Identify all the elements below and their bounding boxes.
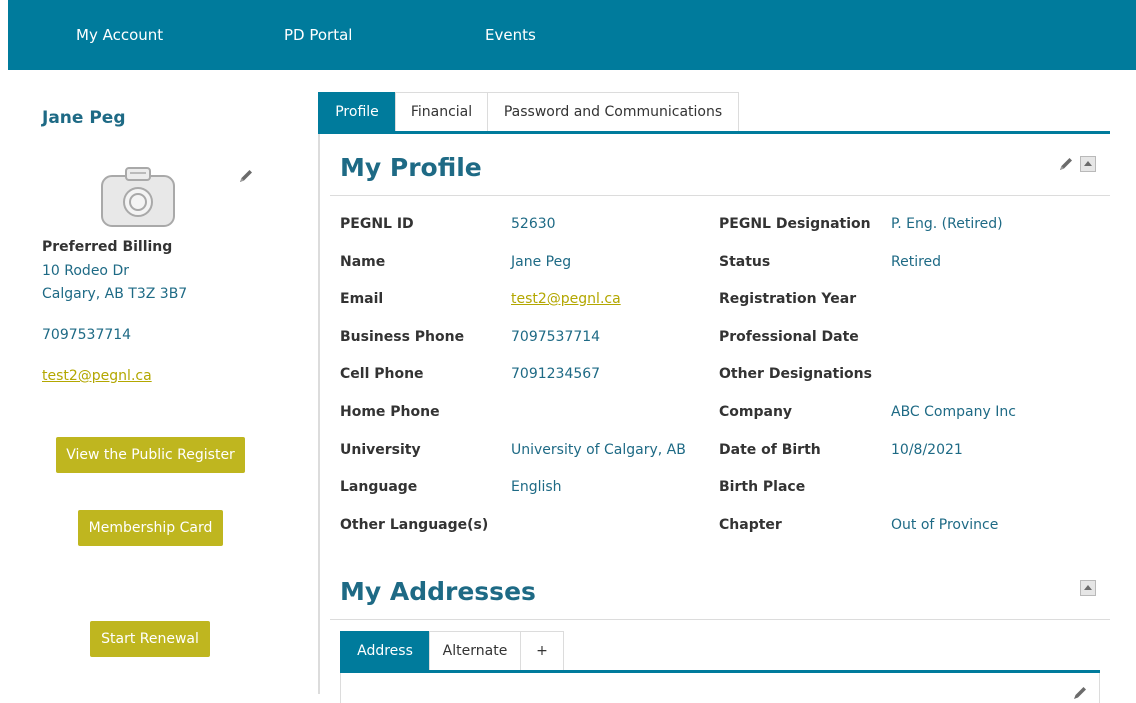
field-label-chapter: Chapter — [719, 517, 782, 533]
field-label-date-of-birth: Date of Birth — [719, 442, 821, 458]
field-label-business-phone: Business Phone — [340, 329, 465, 345]
field-value-company: ABC Company Inc — [891, 404, 1016, 420]
tab-add-address[interactable]: + — [520, 631, 564, 670]
tab-password-communications[interactable]: Password and Communications — [487, 92, 739, 131]
billing-email-link[interactable]: test2@pegnl.ca — [42, 368, 152, 384]
field-label-status: Status — [719, 254, 771, 270]
field-label-name: Name — [340, 254, 386, 270]
field-value-email[interactable]: test2@pegnl.ca — [511, 291, 621, 307]
start-renewal-button[interactable]: Start Renewal — [90, 621, 210, 657]
field-label-pegnl-id: PEGNL ID — [340, 216, 414, 232]
user-name: Jane Peg — [42, 108, 126, 128]
field-label-home-phone: Home Phone — [340, 404, 440, 420]
field-value-cell-phone: 7091234567 — [511, 366, 601, 382]
camera-icon[interactable] — [100, 166, 176, 228]
field-label-university: University — [340, 442, 421, 458]
view-public-register-button[interactable]: View the Public Register — [56, 437, 245, 473]
billing-address-line1: 10 Rodeo Dr — [42, 263, 129, 279]
tab-alternate[interactable]: Alternate — [429, 631, 521, 670]
tab-financial[interactable]: Financial — [395, 92, 488, 131]
billing-address-line2: Calgary, AB T3Z 3B7 — [42, 286, 188, 302]
collapse-addresses-button[interactable] — [1080, 580, 1096, 596]
tabs-underline — [318, 131, 1110, 134]
field-label-other-designations: Other Designations — [719, 366, 872, 382]
address-panel — [340, 673, 1100, 703]
addresses-title: My Addresses — [340, 577, 536, 606]
field-label-cell-phone: Cell Phone — [340, 366, 424, 382]
nav-pd-portal[interactable]: PD Portal — [284, 0, 352, 70]
edit-address-pencil-icon[interactable] — [1072, 685, 1088, 701]
field-label-birth-place: Birth Place — [719, 479, 806, 495]
field-value-status: Retired — [891, 254, 942, 270]
field-label-company: Company — [719, 404, 793, 420]
panel-left-border — [318, 134, 320, 694]
field-label-registration-year: Registration Year — [719, 291, 857, 307]
top-nav: My Account PD Portal Events — [8, 0, 1136, 70]
field-label-email: Email — [340, 291, 384, 307]
field-value-name: Jane Peg — [511, 254, 572, 270]
field-value-date-of-birth: 10/8/2021 — [891, 442, 963, 458]
profile-divider — [330, 195, 1110, 196]
billing-phone: 7097537714 — [42, 327, 132, 343]
billing-title: Preferred Billing — [42, 239, 173, 255]
field-value-chapter: Out of Province — [891, 517, 999, 533]
sidebar: Jane Peg Preferred Billing 10 Rodeo Dr C… — [0, 70, 300, 694]
field-value-university: University of Calgary, AB — [511, 442, 686, 458]
profile-title: My Profile — [340, 153, 482, 182]
tab-address[interactable]: Address — [340, 631, 430, 670]
addresses-divider — [330, 619, 1110, 620]
nav-events[interactable]: Events — [485, 0, 536, 70]
field-label-pegnl-designation: PEGNL Designation — [719, 216, 871, 232]
field-value-language: English — [511, 479, 562, 495]
field-label-professional-date: Professional Date — [719, 329, 859, 345]
collapse-profile-button[interactable] — [1080, 156, 1096, 172]
nav-my-account[interactable]: My Account — [76, 0, 163, 70]
edit-profile-pencil-icon[interactable] — [1058, 156, 1074, 172]
field-label-other-language-s: Other Language(s) — [340, 517, 489, 533]
field-value-pegnl-id: 52630 — [511, 216, 556, 232]
tab-profile[interactable]: Profile — [318, 92, 396, 131]
field-label-language: Language — [340, 479, 418, 495]
field-value-pegnl-designation: P. Eng. (Retired) — [891, 216, 1003, 232]
membership-card-button[interactable]: Membership Card — [78, 510, 223, 546]
edit-pencil-icon[interactable] — [238, 168, 254, 184]
field-value-business-phone: 7097537714 — [511, 329, 601, 345]
